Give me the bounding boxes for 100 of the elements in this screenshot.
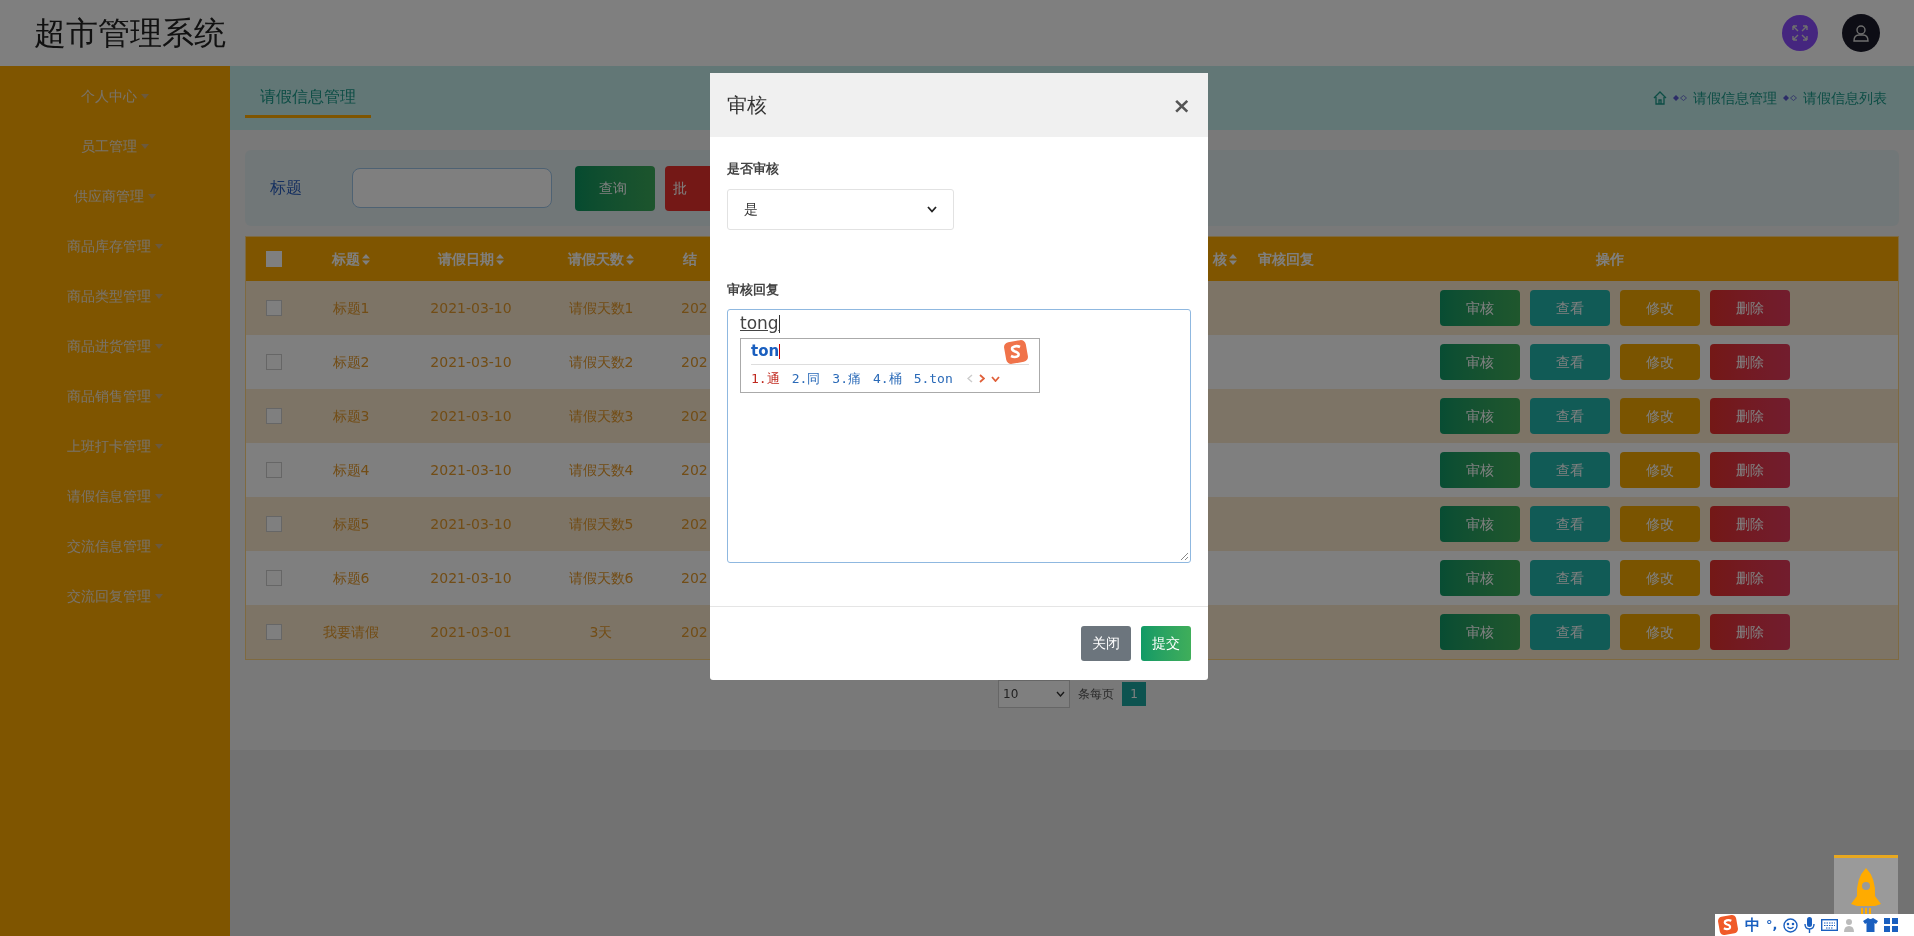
ime-composition: ton (751, 341, 781, 363)
home-icon[interactable] (1653, 91, 1667, 105)
column-header[interactable]: 请假天数 (568, 248, 625, 270)
sort-icon[interactable] (496, 253, 504, 265)
ime-logo-icon[interactable] (1717, 915, 1739, 935)
sort-icon[interactable] (362, 253, 370, 265)
table-cell-text: 202 (681, 514, 708, 534)
select-field[interactable]: 是 (727, 188, 954, 230)
ime-candidate[interactable]: 5.ton (913, 368, 953, 389)
column-header[interactable]: 请假日期 (438, 248, 495, 270)
action-button[interactable]: 删除 (1709, 560, 1790, 596)
sidebar-item[interactable]: 供应商管理 (74, 171, 156, 221)
microphone-icon[interactable] (1804, 917, 1816, 933)
action-button[interactable]: 修改 (1619, 614, 1700, 650)
action-button[interactable]: 审核 (1439, 290, 1520, 326)
action-button[interactable]: 删除 (1709, 290, 1790, 326)
grid-icon[interactable] (1884, 918, 1899, 932)
sidebar-item[interactable]: 商品库存管理 (67, 221, 163, 271)
table-cell-text: 请假天数3 (568, 406, 634, 426)
checkbox[interactable] (265, 462, 282, 478)
action-button[interactable]: 查看 (1529, 614, 1610, 650)
checkbox[interactable] (265, 300, 282, 316)
next-icon[interactable] (978, 374, 985, 383)
action-button[interactable]: 修改 (1619, 506, 1700, 542)
emoji-icon[interactable] (1783, 917, 1799, 933)
action-button[interactable]: 查看 (1529, 344, 1610, 380)
sort-icon[interactable] (626, 253, 634, 265)
sidebar-item[interactable]: 商品进货管理 (67, 321, 163, 371)
action-button[interactable]: 查看 (1529, 290, 1610, 326)
action-button[interactable]: 修改 (1619, 560, 1700, 596)
page-size-select[interactable]: 10 (998, 680, 1070, 708)
previous-icon[interactable] (966, 374, 973, 383)
sidebar-item[interactable]: 交流信息管理 (67, 521, 163, 571)
column-header[interactable]: 核 (1213, 248, 1228, 270)
checkbox[interactable] (265, 408, 282, 424)
action-button[interactable]: 审核 (1439, 506, 1520, 542)
action-button[interactable]: 审核 (1439, 344, 1520, 380)
checkbox[interactable] (265, 570, 282, 586)
shirt-icon[interactable] (1863, 918, 1879, 932)
ime-candidate[interactable]: 2.同 (791, 368, 821, 389)
action-button[interactable]: 审核 (1439, 560, 1520, 596)
table-cell-text: 202 (681, 622, 708, 642)
modal-title: 审核 (727, 92, 767, 119)
sidebar-item[interactable]: 交流回复管理 (67, 571, 163, 621)
checkbox[interactable] (265, 354, 282, 370)
ime-candidate[interactable]: 4.桶 (872, 368, 902, 389)
checkbox[interactable] (265, 516, 282, 532)
input-mode-toggle[interactable]: 中 (1745, 913, 1760, 936)
breadcrumb-item[interactable]: 请假信息列表 (1803, 87, 1887, 109)
ime-candidate[interactable]: 1.通 (751, 368, 780, 389)
sidebar-item[interactable]: 商品类型管理 (67, 271, 163, 321)
chevron-icon (1056, 691, 1065, 697)
action-button[interactable]: 删除 (1709, 344, 1790, 380)
action-button[interactable]: 删除 (1709, 614, 1790, 650)
action-button[interactable]: 修改 (1619, 290, 1700, 326)
caret-icon (155, 393, 163, 399)
action-button[interactable]: 修改 (1619, 398, 1700, 434)
breadcrumb-item[interactable]: 请假信息管理 (1693, 87, 1777, 109)
action-button[interactable]: 修改 (1619, 344, 1700, 380)
action-button[interactable]: 审核 (1439, 614, 1520, 650)
action-button[interactable]: 查看 (1529, 398, 1610, 434)
sidebar-item[interactable]: 请假信息管理 (67, 471, 163, 521)
action-button[interactable]: 删除 (1709, 506, 1790, 542)
resize-handle-icon[interactable] (1180, 552, 1188, 560)
page-button[interactable]: 1 (1122, 682, 1146, 706)
table-cell-text: 2021-03-10 (430, 352, 512, 372)
modal-button[interactable]: 关闭 (1081, 626, 1131, 661)
action-button[interactable]: 修改 (1619, 452, 1700, 488)
checkbox[interactable] (265, 624, 282, 640)
column-header[interactable]: 标题 (332, 248, 361, 270)
ime-candidate[interactable]: 3.痛 (832, 368, 861, 389)
sidebar-item[interactable]: 上班打卡管理 (67, 421, 163, 471)
app-title: 超市管理系统 (34, 13, 226, 54)
sidebar-item[interactable]: 个人中心 (81, 71, 149, 121)
sidebar-item[interactable]: 员工管理 (81, 121, 149, 171)
table-cell-text: 标题5 (332, 514, 370, 534)
table-cell-text: 请假天数5 (568, 514, 634, 534)
sort-icon[interactable] (1229, 253, 1237, 265)
punctuation-toggle[interactable]: °, (1766, 915, 1778, 935)
tab[interactable]: 请假信息管理 (245, 78, 371, 118)
table-cell-text: 标题1 (332, 298, 370, 318)
user-button[interactable] (1842, 14, 1880, 52)
action-button[interactable]: 查看 (1529, 506, 1610, 542)
sidebar-item[interactable]: 商品销售管理 (67, 371, 163, 421)
modal-button[interactable]: 提交 (1141, 626, 1191, 661)
action-button[interactable]: 审核 (1439, 398, 1520, 434)
table-cell-text: 请假天数6 (568, 568, 634, 588)
action-button[interactable]: 删除 (1709, 452, 1790, 488)
action-button[interactable]: 查看 (1529, 452, 1610, 488)
action-button[interactable]: 查看 (1529, 560, 1610, 596)
expand-icon[interactable] (990, 375, 1000, 382)
action-button[interactable]: 审核 (1439, 452, 1520, 488)
keyboard-icon[interactable] (1821, 919, 1839, 931)
search-field[interactable] (352, 168, 552, 208)
search-button[interactable]: 查询 (575, 165, 655, 211)
table-cell-text: 请假天数4 (568, 460, 634, 480)
caret-icon (155, 493, 163, 499)
close-button[interactable]: × (1172, 88, 1191, 122)
action-button[interactable]: 删除 (1709, 398, 1790, 434)
fullscreen-button[interactable] (1782, 15, 1818, 51)
